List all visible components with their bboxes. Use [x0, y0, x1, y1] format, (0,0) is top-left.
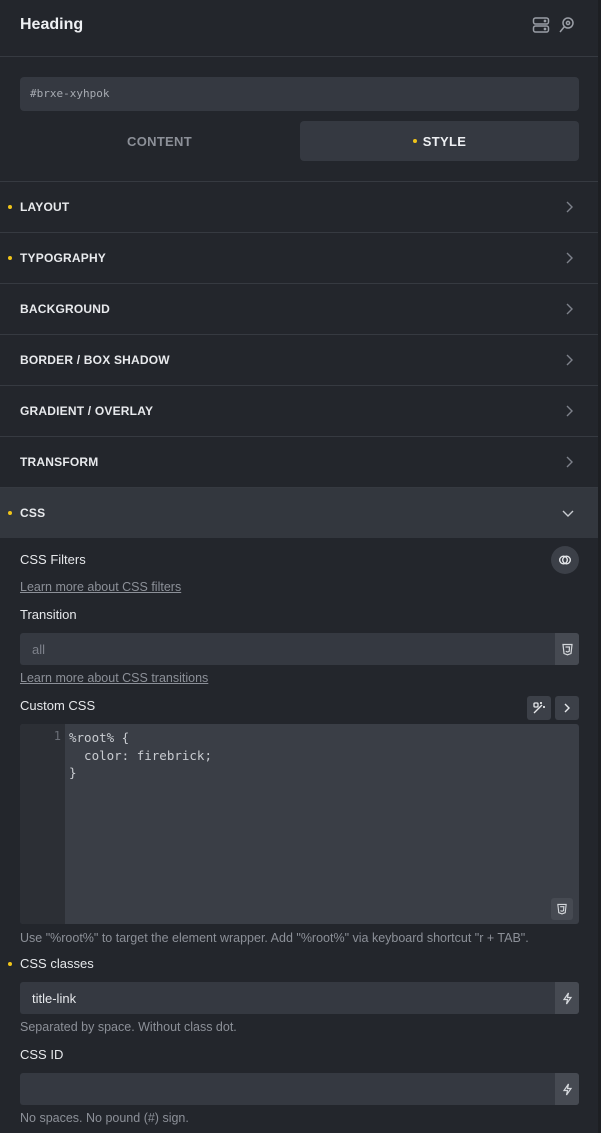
element-id-field[interactable]: #brxe-xyhpok	[20, 77, 579, 111]
section-label: TRANSFORM	[20, 455, 99, 469]
css-classes-label: CSS classes	[20, 956, 94, 971]
chevron-down-icon	[562, 510, 574, 517]
line-gutter: 1	[20, 724, 65, 924]
transition-label: Transition	[20, 607, 77, 622]
chevron-right-icon	[564, 703, 570, 713]
css-id-label: CSS ID	[20, 1047, 64, 1062]
custom-css-editor[interactable]: 1 %root% { color: firebrick; }	[20, 724, 579, 924]
pin-icon[interactable]	[557, 15, 577, 35]
section-label: TYPOGRAPHY	[20, 251, 107, 265]
expand-editor-button[interactable]	[555, 696, 579, 720]
tab-content[interactable]: CONTENT	[20, 121, 299, 161]
css-filters-button[interactable]	[551, 546, 579, 574]
css-id-input[interactable]	[20, 1073, 579, 1105]
custom-css-label: Custom CSS	[20, 698, 96, 713]
dynamic-data-button[interactable]	[555, 1073, 579, 1105]
section-transform[interactable]: TRANSFORM	[0, 436, 601, 487]
section-label: CSS	[20, 506, 46, 520]
css-filters-label: CSS Filters	[20, 552, 86, 567]
modified-dot	[8, 205, 12, 209]
tab-style-label: STYLE	[422, 133, 467, 149]
section-typography[interactable]: TYPOGRAPHY	[0, 232, 601, 283]
dynamic-data-button[interactable]	[555, 982, 579, 1014]
modified-dot	[8, 511, 12, 515]
chevron-right-icon	[566, 303, 573, 315]
css-classes-help: Separated by space. Without class dot.	[20, 1020, 237, 1034]
modified-dot	[8, 962, 12, 966]
modified-dot	[8, 256, 12, 260]
transition-placeholder: all	[32, 642, 46, 657]
transition-input[interactable]: all	[20, 633, 579, 665]
section-css[interactable]: CSS	[0, 487, 601, 538]
css-classes-value: title-link	[32, 991, 77, 1006]
section-label: BACKGROUND	[20, 302, 110, 316]
magic-wand-icon	[533, 702, 545, 714]
css3-icon	[557, 903, 567, 915]
section-background[interactable]: BACKGROUND	[0, 283, 601, 334]
custom-css-help: Use "%root%" to target the element wrapp…	[20, 931, 529, 945]
bolt-icon	[562, 1083, 572, 1095]
tab-style[interactable]: STYLE	[300, 121, 579, 161]
structure-icon[interactable]	[531, 15, 551, 35]
chevron-right-icon	[566, 405, 573, 417]
code-content[interactable]: %root% { color: firebrick; }	[69, 729, 212, 782]
section-layout[interactable]: LAYOUT	[0, 181, 601, 232]
css-transitions-link[interactable]: Learn more about CSS transitions	[20, 671, 208, 685]
section-label: LAYOUT	[20, 200, 70, 214]
css3-button[interactable]	[555, 633, 579, 665]
ai-magic-button[interactable]	[527, 696, 551, 720]
css-filters-link[interactable]: Learn more about CSS filters	[20, 580, 181, 594]
css-id-help: No spaces. No pound (#) sign.	[20, 1111, 189, 1125]
chevron-right-icon	[566, 354, 573, 366]
section-label: GRADIENT / OVERLAY	[20, 404, 154, 418]
panel-title: Heading	[20, 16, 84, 33]
panel-header	[0, 0, 601, 57]
section-label: BORDER / BOX SHADOW	[20, 353, 170, 367]
section-gradient-overlay[interactable]: GRADIENT / OVERLAY	[0, 385, 601, 436]
chevron-right-icon	[566, 252, 573, 264]
modified-dot	[412, 139, 417, 143]
line-number: 1	[53, 729, 61, 743]
section-border-box-shadow[interactable]: BORDER / BOX SHADOW	[0, 334, 601, 385]
bolt-icon	[562, 992, 572, 1004]
filters-icon	[559, 555, 571, 565]
css-classes-input[interactable]: title-link	[20, 982, 579, 1014]
css3-button[interactable]	[551, 898, 573, 920]
chevron-right-icon	[566, 201, 573, 213]
css3-icon	[561, 643, 573, 655]
chevron-right-icon	[566, 456, 573, 468]
